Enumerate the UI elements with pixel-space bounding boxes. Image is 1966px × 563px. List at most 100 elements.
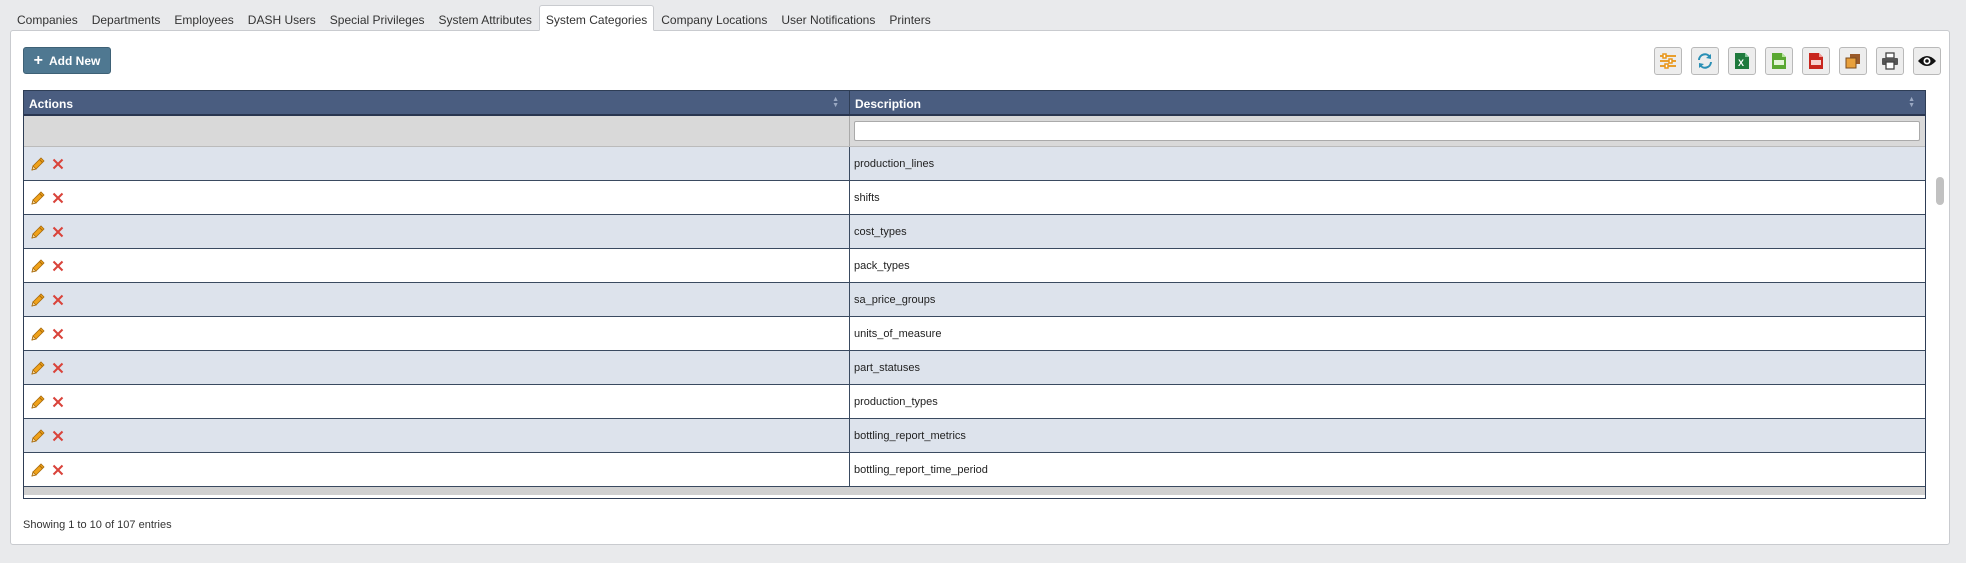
column-header-actions[interactable]: Actions ▲ ▼ — [24, 91, 850, 114]
table-row[interactable]: sa_price_groups — [24, 283, 1925, 317]
pencil-icon — [31, 224, 45, 239]
description-cell: cost_types — [854, 225, 907, 238]
delete-button[interactable] — [52, 260, 64, 272]
tab-system-attributes[interactable]: System Attributes — [432, 5, 539, 31]
copy-icon — [1845, 54, 1860, 69]
table-row[interactable]: units_of_measure — [24, 317, 1925, 351]
grid-horizontal-scrollbar[interactable] — [24, 487, 1925, 495]
grid-header: Actions ▲ ▼ Description ▲ ▼ — [24, 91, 1925, 116]
tab-companies[interactable]: Companies — [10, 5, 85, 31]
pencil-icon — [31, 360, 45, 375]
close-icon — [52, 464, 64, 475]
tab-user-notifications[interactable]: User Notifications — [774, 5, 882, 31]
tab-departments[interactable]: Departments — [85, 5, 168, 31]
add-new-label: Add New — [49, 53, 101, 68]
table-row[interactable]: cost_types — [24, 215, 1925, 249]
close-icon — [52, 396, 64, 407]
actions-cell — [24, 181, 850, 214]
close-icon — [52, 260, 64, 271]
edit-button[interactable] — [30, 190, 46, 206]
edit-button[interactable] — [30, 360, 46, 376]
grid-vertical-scrollbar[interactable] — [1934, 121, 1946, 501]
csv-export-button[interactable] — [1765, 47, 1793, 75]
svg-text:X: X — [1738, 58, 1744, 68]
description-cell: units_of_measure — [854, 327, 942, 340]
delete-button[interactable] — [52, 362, 64, 374]
pencil-icon — [31, 462, 45, 477]
delete-button[interactable] — [52, 294, 64, 306]
sort-icon: ▲ ▼ — [1908, 96, 1915, 109]
edit-button[interactable] — [30, 224, 46, 240]
tab-dash-users[interactable]: DASH Users — [241, 5, 323, 31]
csv-export-icon — [1772, 53, 1786, 69]
description-cell: pack_types — [854, 259, 910, 272]
tab-printers[interactable]: Printers — [882, 5, 937, 31]
table-row[interactable]: production_types — [24, 385, 1925, 419]
close-icon — [52, 192, 64, 203]
delete-button[interactable] — [52, 226, 64, 238]
plus-icon: + — [33, 51, 43, 69]
actions-cell — [24, 283, 850, 316]
delete-button[interactable] — [52, 158, 64, 170]
edit-button[interactable] — [30, 156, 46, 172]
close-icon — [52, 430, 64, 441]
delete-button[interactable] — [52, 464, 64, 476]
grid-toolbar: X — [1654, 47, 1941, 75]
columns-settings-icon — [1660, 53, 1676, 69]
actions-cell — [24, 453, 850, 486]
pencil-icon — [31, 394, 45, 409]
actions-cell — [24, 419, 850, 452]
columns-settings-button[interactable] — [1654, 47, 1682, 75]
copy-button[interactable] — [1839, 47, 1867, 75]
delete-button[interactable] — [52, 396, 64, 408]
scrollbar-thumb[interactable] — [1936, 177, 1944, 205]
pdf-export-button[interactable] — [1802, 47, 1830, 75]
description-cell: production_types — [854, 395, 938, 408]
print-button[interactable] — [1876, 47, 1904, 75]
close-icon — [52, 328, 64, 339]
pencil-icon — [31, 428, 45, 443]
tab-employees[interactable]: Employees — [167, 5, 240, 31]
description-cell: bottling_report_time_period — [854, 463, 988, 476]
edit-button[interactable] — [30, 326, 46, 342]
column-header-description[interactable]: Description ▲ ▼ — [850, 91, 1925, 114]
description-cell: production_lines — [854, 157, 935, 170]
table-row[interactable]: bottling_report_time_period — [24, 453, 1925, 487]
edit-button[interactable] — [30, 292, 46, 308]
pencil-icon — [31, 292, 45, 307]
tab-system-categories[interactable]: System Categories — [538, 5, 655, 31]
edit-button[interactable] — [30, 428, 46, 444]
delete-button[interactable] — [52, 328, 64, 340]
tab-company-locations[interactable]: Company Locations — [654, 5, 774, 31]
pagination-info: Showing 1 to 10 of 107 entries — [23, 519, 172, 531]
table-row[interactable]: shifts — [24, 181, 1925, 215]
actions-cell — [24, 249, 850, 282]
table-row[interactable]: bottling_report_metrics — [24, 419, 1925, 453]
close-icon — [52, 294, 64, 305]
delete-button[interactable] — [52, 430, 64, 442]
close-icon — [52, 226, 64, 237]
actions-cell — [24, 317, 850, 350]
edit-button[interactable] — [30, 394, 46, 410]
add-new-button[interactable]: + Add New — [23, 47, 111, 74]
refresh-button[interactable] — [1691, 47, 1719, 75]
excel-export-button[interactable]: X — [1728, 47, 1756, 75]
view-button[interactable] — [1913, 47, 1941, 75]
actions-cell — [24, 147, 850, 180]
grid-body: production_linesshifts cost_types pack_typ… — [24, 147, 1925, 487]
table-row[interactable]: part_statuses — [24, 351, 1925, 385]
filter-cell-description — [850, 116, 1925, 146]
pencil-icon — [31, 326, 45, 341]
refresh-icon — [1698, 53, 1712, 69]
edit-button[interactable] — [30, 258, 46, 274]
table-row[interactable]: production_lines — [24, 147, 1925, 181]
edit-button[interactable] — [30, 462, 46, 478]
data-grid: Actions ▲ ▼ Description ▲ ▼ production_lin… — [23, 90, 1926, 499]
pencil-icon — [31, 156, 45, 171]
tab-special-privileges[interactable]: Special Privileges — [323, 5, 432, 31]
description-filter-input[interactable] — [854, 121, 1920, 141]
filter-cell-actions — [24, 116, 850, 146]
delete-button[interactable] — [52, 192, 64, 204]
print-icon — [1882, 52, 1898, 70]
table-row[interactable]: pack_types — [24, 249, 1925, 283]
